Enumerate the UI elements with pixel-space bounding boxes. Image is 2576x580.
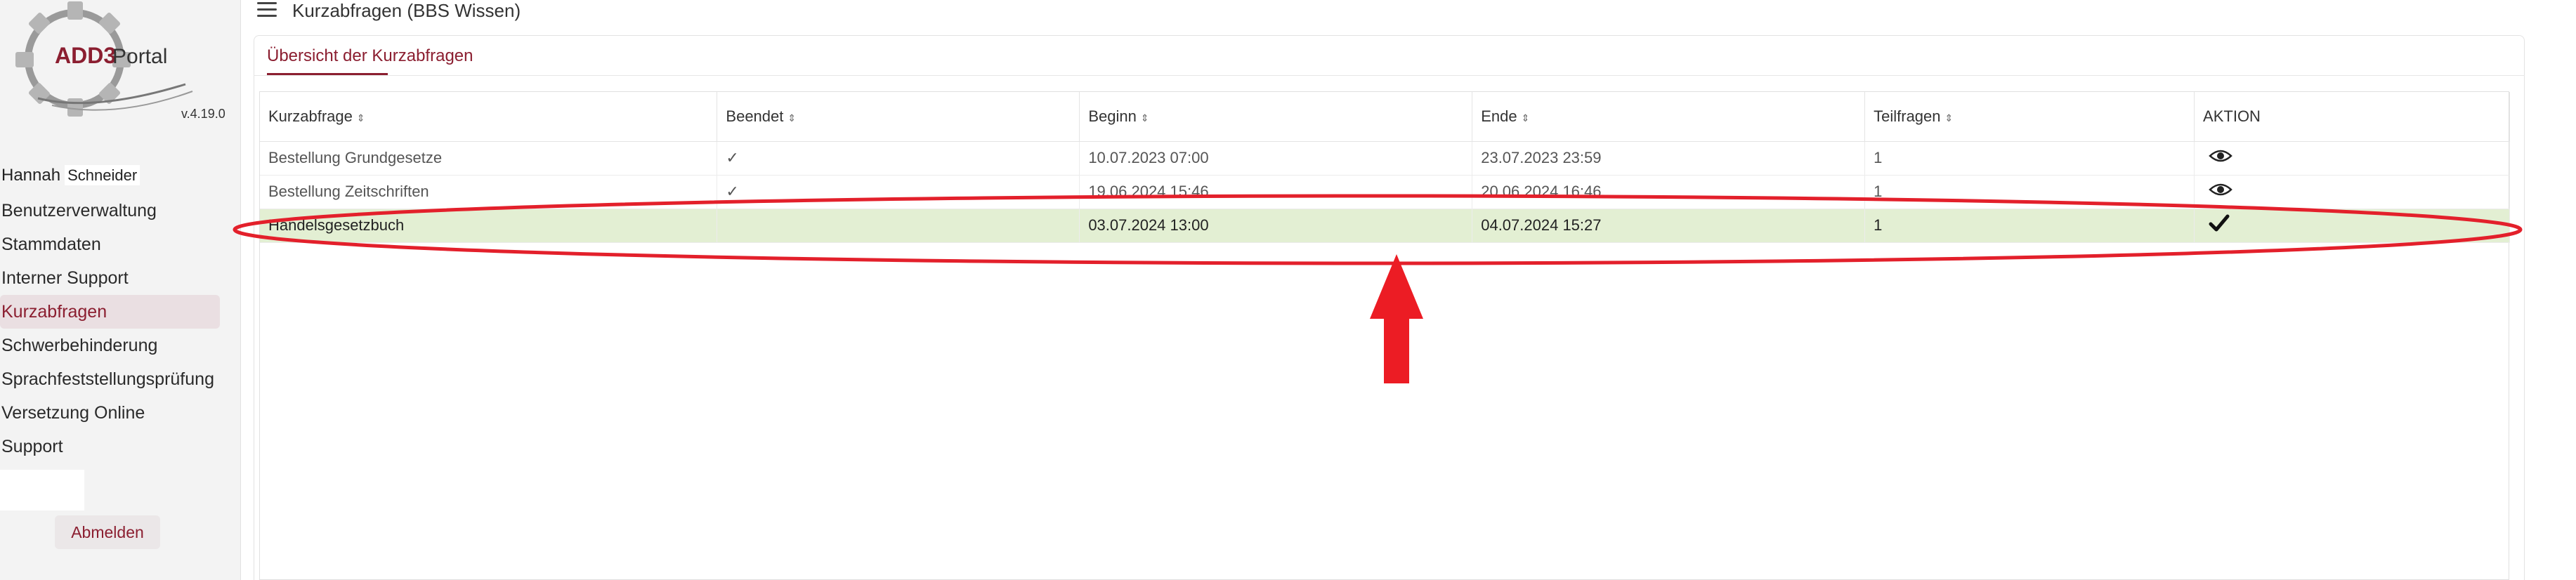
checkmark-icon[interactable] bbox=[2209, 214, 2230, 232]
table-row[interactable]: Bestellung Zeitschriften ✓ 19.06.2024 15… bbox=[260, 175, 2510, 209]
cell-beginn: 10.07.2023 07:00 bbox=[1079, 141, 1473, 176]
sidebar-nav: Benutzerverwaltung Stammdaten Interner S… bbox=[0, 194, 220, 463]
user-name: Hannah Schneider bbox=[1, 165, 140, 185]
sidebar-item-interner-support[interactable]: Interner Support bbox=[0, 261, 220, 295]
sidebar-item-kurzabfragen[interactable]: Kurzabfragen bbox=[0, 295, 220, 329]
logout-button[interactable]: Abmelden bbox=[55, 515, 160, 549]
hamburger-menu-icon[interactable] bbox=[257, 2, 277, 18]
sidebar-item-stammdaten[interactable]: Stammdaten bbox=[0, 228, 220, 261]
version-label: v.4.19.0 bbox=[181, 107, 225, 121]
add3portal-logo[interactable]: ADD3 Portal bbox=[10, 0, 201, 126]
sidebar-blank-panel bbox=[0, 470, 84, 510]
sort-icon[interactable]: ⇕ bbox=[357, 112, 365, 124]
cell-aktion bbox=[2194, 141, 2510, 176]
sidebar-item-schwerbehinderung[interactable]: Schwerbehinderung bbox=[0, 329, 220, 362]
cell-aktion bbox=[2194, 209, 2510, 243]
sort-icon[interactable]: ⇕ bbox=[1522, 112, 1530, 124]
cell-aktion bbox=[2194, 175, 2510, 209]
cell-ende: 23.07.2023 23:59 bbox=[1472, 141, 1866, 176]
cell-beginn: 03.07.2024 13:00 bbox=[1079, 209, 1473, 243]
sidebar-item-versetzung-online[interactable]: Versetzung Online bbox=[0, 396, 220, 430]
cell-kurzabfrage: Bestellung Grundgesetze bbox=[260, 141, 718, 176]
user-last-name: Schneider bbox=[65, 165, 140, 185]
cell-beendet: ✓ bbox=[717, 141, 1080, 176]
tab-active-underline bbox=[267, 73, 388, 75]
annotation-arrow-icon bbox=[1370, 254, 1423, 383]
table-row[interactable]: Handelsgesetzbuch 03.07.2024 13:00 04.07… bbox=[260, 209, 2510, 243]
sidebar-item-benutzerverwaltung[interactable]: Benutzerverwaltung bbox=[0, 194, 220, 228]
column-header-beendet[interactable]: Beendet ⇕ bbox=[717, 92, 1080, 142]
sidebar-item-sprachfeststellungspruefung[interactable]: Sprachfeststellungsprüfung bbox=[0, 362, 220, 396]
user-first-name: Hannah bbox=[1, 166, 61, 185]
cell-kurzabfrage: Handelsgesetzbuch bbox=[260, 209, 718, 243]
cell-ende: 04.07.2024 15:27 bbox=[1472, 209, 1866, 243]
column-header-ende[interactable]: Ende ⇕ bbox=[1472, 92, 1866, 142]
cell-beginn: 19.06.2024 15:46 bbox=[1079, 175, 1473, 209]
cell-teilfragen: 1 bbox=[1864, 175, 2195, 209]
page-title: Kurzabfragen (BBS Wissen) bbox=[292, 0, 521, 21]
cell-teilfragen: 1 bbox=[1864, 141, 2195, 176]
column-header-kurzabfrage[interactable]: Kurzabfrage ⇕ bbox=[260, 92, 718, 142]
sort-icon[interactable]: ⇕ bbox=[787, 112, 796, 124]
tab-uebersicht[interactable]: Übersicht der Kurzabfragen bbox=[267, 46, 473, 66]
svg-text:ADD3: ADD3 bbox=[55, 43, 116, 68]
eye-icon[interactable] bbox=[2209, 148, 2232, 164]
column-header-aktion: AKTION bbox=[2194, 92, 2510, 142]
column-header-beginn[interactable]: Beginn ⇕ bbox=[1079, 92, 1473, 142]
cell-ende: 20.06.2024 16:46 bbox=[1472, 175, 1866, 209]
svg-text:Portal: Portal bbox=[112, 45, 167, 68]
table-row[interactable]: Bestellung Grundgesetze ✓ 10.07.2023 07:… bbox=[260, 141, 2510, 176]
sort-icon[interactable]: ⇕ bbox=[1945, 112, 1954, 124]
sidebar-item-support[interactable]: Support bbox=[0, 430, 220, 463]
table-header-row: Kurzabfrage ⇕ Beendet ⇕ Beginn ⇕ Ende ⇕ Teil… bbox=[260, 92, 2510, 142]
sidebar: ADD3 Portal v.4.19.0 Hannah Schneider Ben… bbox=[0, 0, 241, 580]
cell-teilfragen: 1 bbox=[1864, 209, 2195, 243]
cell-beendet: ✓ bbox=[717, 175, 1080, 209]
column-header-teilfragen[interactable]: Teilfragen ⇕ bbox=[1864, 92, 2195, 142]
cell-kurzabfrage: Bestellung Zeitschriften bbox=[260, 175, 718, 209]
eye-icon[interactable] bbox=[2209, 182, 2232, 197]
sort-icon[interactable]: ⇕ bbox=[1141, 112, 1149, 124]
cell-beendet bbox=[717, 209, 1080, 243]
tab-divider bbox=[254, 75, 2525, 76]
